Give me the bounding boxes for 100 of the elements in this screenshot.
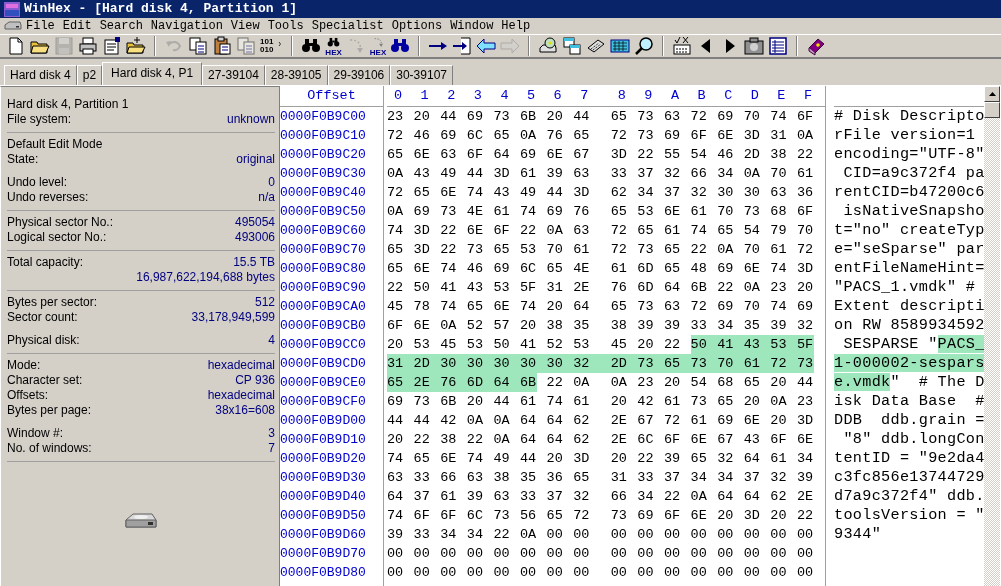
info-value: 495054 [234, 215, 275, 230]
column-header: 7 [579, 87, 590, 105]
tab[interactable]: p2 [76, 65, 103, 85]
menu-item[interactable]: View [226, 18, 264, 34]
column-header: F [802, 87, 813, 105]
info-label: Window #: [7, 426, 64, 441]
offset-label: 0000F0B9D80 [280, 565, 366, 580]
info-value: 33,178,949,599 [191, 310, 275, 325]
find-button[interactable]: HEX [323, 35, 344, 57]
offset-label: 0000F0B9D40 [280, 489, 366, 504]
info-label: Undo level: [7, 175, 68, 190]
offset-label: 0000F0B9C80 [280, 261, 366, 276]
menu-item[interactable]: Window [446, 18, 498, 34]
up-arrow-icon[interactable] [988, 92, 996, 96]
info-label: Sector count: [7, 310, 78, 325]
column-header: 3 [472, 87, 483, 105]
info-label: Bytes per page: [7, 403, 92, 418]
offset-label: 0000F0B9C70 [280, 242, 366, 257]
text-chars: entFileNameHint= [834, 259, 985, 277]
info-label: Logical sector No.: [7, 230, 107, 245]
menu-item[interactable]: Search [95, 18, 147, 34]
hex-bytes: 65 6E 63 6F 64 69 6E 67 3D 22 55 54 46 2D 38 22 [387, 146, 814, 164]
menu-item[interactable]: File [22, 18, 59, 34]
offset-label: 0000F0B9C10 [280, 128, 366, 143]
offset-label: 0000F0B9D10 [280, 432, 366, 447]
text-chars: rentCID=b47200c6 [834, 183, 985, 201]
replace-button[interactable]: HEX [367, 35, 389, 57]
hex-bytes: 20 53 45 53 50 41 52 53 45 20 22 [387, 336, 681, 354]
tab[interactable]: Hard disk 4, P1 [102, 62, 203, 85]
column-header: B [696, 87, 707, 105]
offset-label: 0000F0B9C40 [280, 185, 366, 200]
text-chars: "PACS_1.vmdk" # [834, 278, 976, 296]
hex-bytes: 23 20 44 69 73 6B 20 44 65 73 63 72 69 70 74 6F [387, 108, 814, 126]
info-label: Character set: [7, 373, 83, 388]
hex-bytes: 0A 69 73 4E 61 74 69 76 65 53 6E 61 70 73 68 6F [387, 203, 814, 221]
info-label: Default Edit Mode [7, 137, 103, 152]
info-value: original [236, 152, 275, 167]
offset-label: 0000F0B9CC0 [280, 337, 366, 352]
info-label: Bytes per sector: [7, 295, 98, 310]
menu-item[interactable]: Edit [58, 18, 96, 34]
menu-item[interactable]: Options [387, 18, 447, 34]
info-label: Physical disk: [7, 333, 80, 348]
hex-bytes: 63 33 66 63 38 35 36 65 31 33 37 34 34 37 32 39 [387, 469, 814, 487]
hex-bytes: 64 37 61 39 63 33 37 32 66 34 22 0A 64 64 62 2E [387, 488, 814, 506]
text-chars: " # The D [890, 373, 985, 391]
column-header: E [776, 87, 787, 105]
hex-bytes: 50 41 43 53 5F [690, 335, 814, 354]
hex-bytes: 20 22 38 22 0A 64 64 62 2E 6C 6F 6E 67 43 6F 6E [387, 431, 814, 449]
offset-label: 0000F0B9D60 [280, 527, 366, 542]
hex-bytes: 69 73 6B 20 44 61 74 61 20 42 61 73 65 20 0A 23 [387, 393, 814, 411]
menu-item[interactable]: Help [497, 18, 535, 34]
text-chars: tentID = "9e2da4 [834, 449, 985, 467]
tab[interactable]: 30-39107 [390, 65, 453, 85]
info-value: 0 [268, 175, 275, 190]
column-header: Offset [307, 88, 356, 103]
info-label: Physical sector No.: [7, 215, 114, 230]
drive-icon[interactable] [4, 21, 22, 31]
convert-button[interactable]: 101 010 [258, 38, 286, 54]
tab[interactable]: 29-39106 [327, 65, 391, 85]
menu-item[interactable]: Navigation [146, 18, 227, 34]
text-chars: t="no" createTyp [834, 221, 985, 239]
text-chars: on RW 8589934592 [834, 316, 985, 334]
hex-bytes: 6F 6E 0A 52 57 20 38 35 38 39 39 33 34 35 39 32 [387, 317, 814, 335]
tab[interactable]: Hard disk 4 [4, 65, 77, 85]
text-chars: e.vmdk [834, 373, 891, 391]
scrollbar[interactable] [984, 86, 1000, 586]
column-header: 8 [616, 87, 627, 105]
info-label: Undo reverses: [7, 190, 89, 205]
offset-label: 0000F0B9C90 [280, 280, 366, 295]
tab[interactable]: 28-39105 [264, 65, 328, 85]
menu-item[interactable]: Tools [263, 18, 308, 34]
offset-label: 0000F0B9D30 [280, 470, 366, 485]
column-header: 6 [552, 87, 563, 105]
offset-label: 0000F0B9CB0 [280, 318, 366, 333]
offset-label: 0000F0B9D00 [280, 413, 366, 428]
offset-label: 0000F0B9C30 [280, 166, 366, 181]
hex-bytes: 00 00 00 00 00 00 00 00 00 00 00 00 00 00 00 00 [387, 564, 814, 582]
info-value: 512 [254, 295, 275, 310]
text-chars: # Disk Descripto [834, 107, 985, 125]
info-label: Hard disk 4, Partition 1 [7, 97, 129, 112]
text-chars: PACS_ [937, 335, 985, 353]
text-chars: Extent descripti [834, 297, 985, 315]
binoculars-icon[interactable] [327, 35, 341, 49]
text-chars: encoding="UTF-8" [834, 145, 985, 163]
tab[interactable]: 27-39104 [202, 65, 265, 85]
text-chars: "8" ddb.longCon [842, 430, 985, 448]
scroll-thumb[interactable] [984, 102, 1000, 118]
menu-item[interactable]: Specialist [307, 18, 388, 34]
info-value: n/a [258, 190, 275, 205]
info-value: 3 [268, 426, 275, 441]
offset-label: 0000F0B9CA0 [280, 299, 366, 314]
info-value: hexadecimal [207, 358, 275, 373]
offset-label: 0000F0B9CF0 [280, 394, 366, 409]
offset-label: 0000F0B9D70 [280, 546, 366, 561]
text-chars: d7a9c372f4" ddb. [834, 487, 985, 505]
column-header: A [669, 87, 681, 105]
offset-label: 0000F0B9D20 [280, 451, 366, 466]
hex-bytes: 31 2D 30 30 30 30 30 32 2D 73 65 73 70 61 72 73 [387, 354, 814, 373]
scroll-up-button[interactable] [984, 86, 1000, 102]
text-chars: SESPARSE " [842, 335, 938, 353]
